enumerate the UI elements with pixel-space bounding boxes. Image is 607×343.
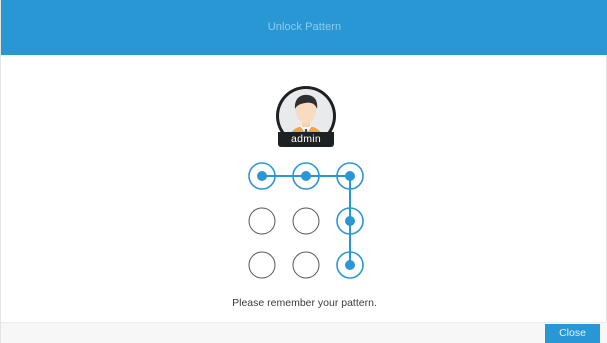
pattern-node-1[interactable] xyxy=(248,162,276,190)
pattern-node-dot xyxy=(345,171,355,181)
pattern-hint-text: Please remember your pattern. xyxy=(232,297,377,309)
pattern-node-9[interactable] xyxy=(336,251,364,279)
dialog-title-bar: Unlock Pattern xyxy=(1,0,607,55)
dialog-footer xyxy=(1,322,607,343)
pattern-node-3[interactable] xyxy=(336,162,364,190)
pattern-node-7[interactable] xyxy=(248,251,276,279)
unlock-pattern-dialog: Unlock Pattern admin Please remember you… xyxy=(0,0,607,343)
pattern-node-dot xyxy=(301,171,311,181)
pattern-node-dot xyxy=(257,171,267,181)
username-label: admin xyxy=(278,132,334,147)
pattern-node-6[interactable] xyxy=(336,207,364,235)
pattern-node-5[interactable] xyxy=(292,207,320,235)
pattern-node-dot xyxy=(345,216,355,226)
dialog-title: Unlock Pattern xyxy=(267,21,342,33)
close-button[interactable]: Close xyxy=(545,324,600,343)
pattern-node-dot xyxy=(345,260,355,270)
pattern-node-8[interactable] xyxy=(292,251,320,279)
pattern-node-2[interactable] xyxy=(292,162,320,190)
pattern-node-4[interactable] xyxy=(248,207,276,235)
